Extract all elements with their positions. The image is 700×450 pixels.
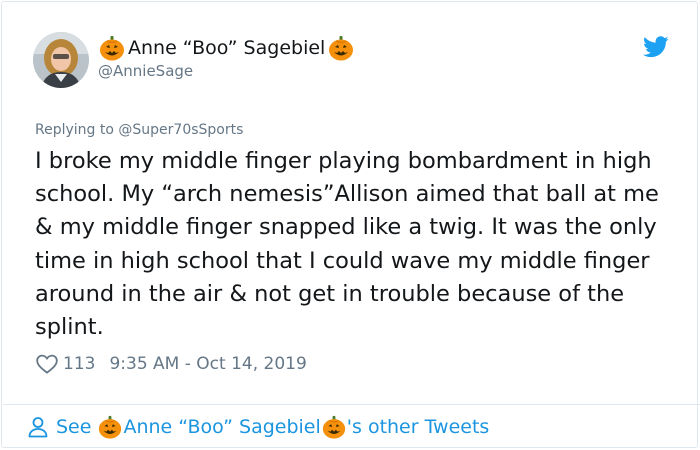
twitter-bird-icon[interactable]	[643, 36, 669, 58]
footer-suffix: 's other Tweets	[346, 416, 490, 438]
divider	[3, 404, 700, 405]
tweet-text: I broke my middle finger playing bombard…	[35, 148, 659, 341]
see-other-tweets-link[interactable]: See Anne “Boo” Sagebiel 's other Tweets	[26, 413, 489, 441]
avatar[interactable]	[33, 32, 89, 88]
jack-o-lantern-icon	[327, 34, 355, 62]
jack-o-lantern-icon	[321, 414, 347, 440]
display-name-row[interactable]: Anne “Boo” Sagebiel	[98, 35, 355, 61]
user-handle[interactable]: @AnnieSage	[98, 62, 193, 80]
replying-to-handle[interactable]: @Super70sSports	[118, 122, 243, 138]
display-name: Anne “Boo” Sagebiel	[128, 37, 326, 59]
heart-icon[interactable]	[35, 352, 59, 376]
replying-to-label: Replying to	[35, 122, 114, 138]
tweet-timestamp[interactable]: 9:35 AM - Oct 14, 2019	[109, 354, 306, 374]
tweet-card: Anne “Boo” Sagebiel @AnnieSage Replying …	[1, 1, 700, 448]
person-icon	[26, 415, 50, 439]
see-label: See	[56, 416, 92, 438]
tweet-meta: 113 9:35 AM - Oct 14, 2019	[35, 351, 307, 377]
footer-user-name: Anne “Boo” Sagebiel	[123, 416, 321, 438]
like-count[interactable]: 113	[63, 354, 95, 374]
jack-o-lantern-icon	[97, 414, 123, 440]
jack-o-lantern-icon	[98, 34, 126, 62]
replying-to: Replying to @Super70sSports	[35, 122, 243, 138]
